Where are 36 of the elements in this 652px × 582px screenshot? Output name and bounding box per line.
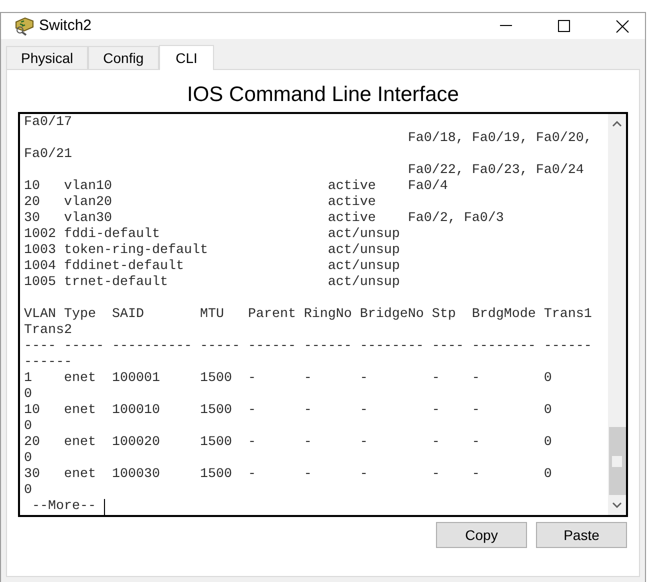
console-line: 10 enet 100010 1500 - - - - - 0 [24,403,552,419]
console-line: 30 enet 100030 1500 - - - - - 0 [24,467,552,483]
console-line: 0 [24,387,32,403]
panel-heading: IOS Command Line Interface [186,82,460,108]
console-line: 1005 trnet-default act/unsup [24,275,400,291]
console-line: 0 [24,483,32,499]
console-line: ------ [24,355,72,371]
scroll-up-icon[interactable] [612,121,622,127]
tab[interactable]: Physical [6,46,88,69]
scroll-down-icon[interactable] [612,502,622,508]
console-line: 1 enet 100001 1500 - - - - - 0 [24,371,552,387]
tab[interactable]: CLI [158,45,214,70]
console-line: 0 [24,419,32,435]
console-line: 1002 fddi-default act/unsup [24,227,400,243]
console-line: VLAN Type SAID MTU Parent RingNo BridgeNo Stp BrdgMode Trans1 [24,307,592,323]
console-line: 1003 token-ring-default act/unsup [24,243,400,259]
switch-icon [13,16,35,36]
console-line: Trans2 [24,323,72,339]
console-line: Fa0/17 [24,115,72,131]
console-line: 20 enet 100020 1500 - - - - - 0 [24,435,552,451]
console-line: ---- ----- ---------- ----- ------ ------ -------- ---- -------- ------ [24,339,592,355]
action-button[interactable]: Paste [536,522,627,548]
console-line: Fa0/21 [24,147,72,163]
console-line: Fa0/18, Fa0/19, Fa0/20, [406,131,592,147]
console-line: 20 vlan20 active [24,195,376,211]
action-button[interactable]: Copy [436,522,527,548]
console-line: 0 [24,451,32,467]
console-line: Fa0/22, Fa0/23, Fa0/24 [406,163,584,179]
window-title: Switch2 [39,16,92,36]
console-line: 30 vlan30 active Fa0/2, Fa0/3 [24,211,504,227]
scrollbar[interactable] [608,114,626,515]
console-line: 1004 fddinet-default act/unsup [24,259,400,275]
more-prompt: --More-- [30,499,97,515]
tab[interactable]: Config [88,46,159,69]
scrollbar-thumb[interactable] [608,427,626,495]
console-line: 10 vlan10 active Fa0/4 [24,179,448,195]
